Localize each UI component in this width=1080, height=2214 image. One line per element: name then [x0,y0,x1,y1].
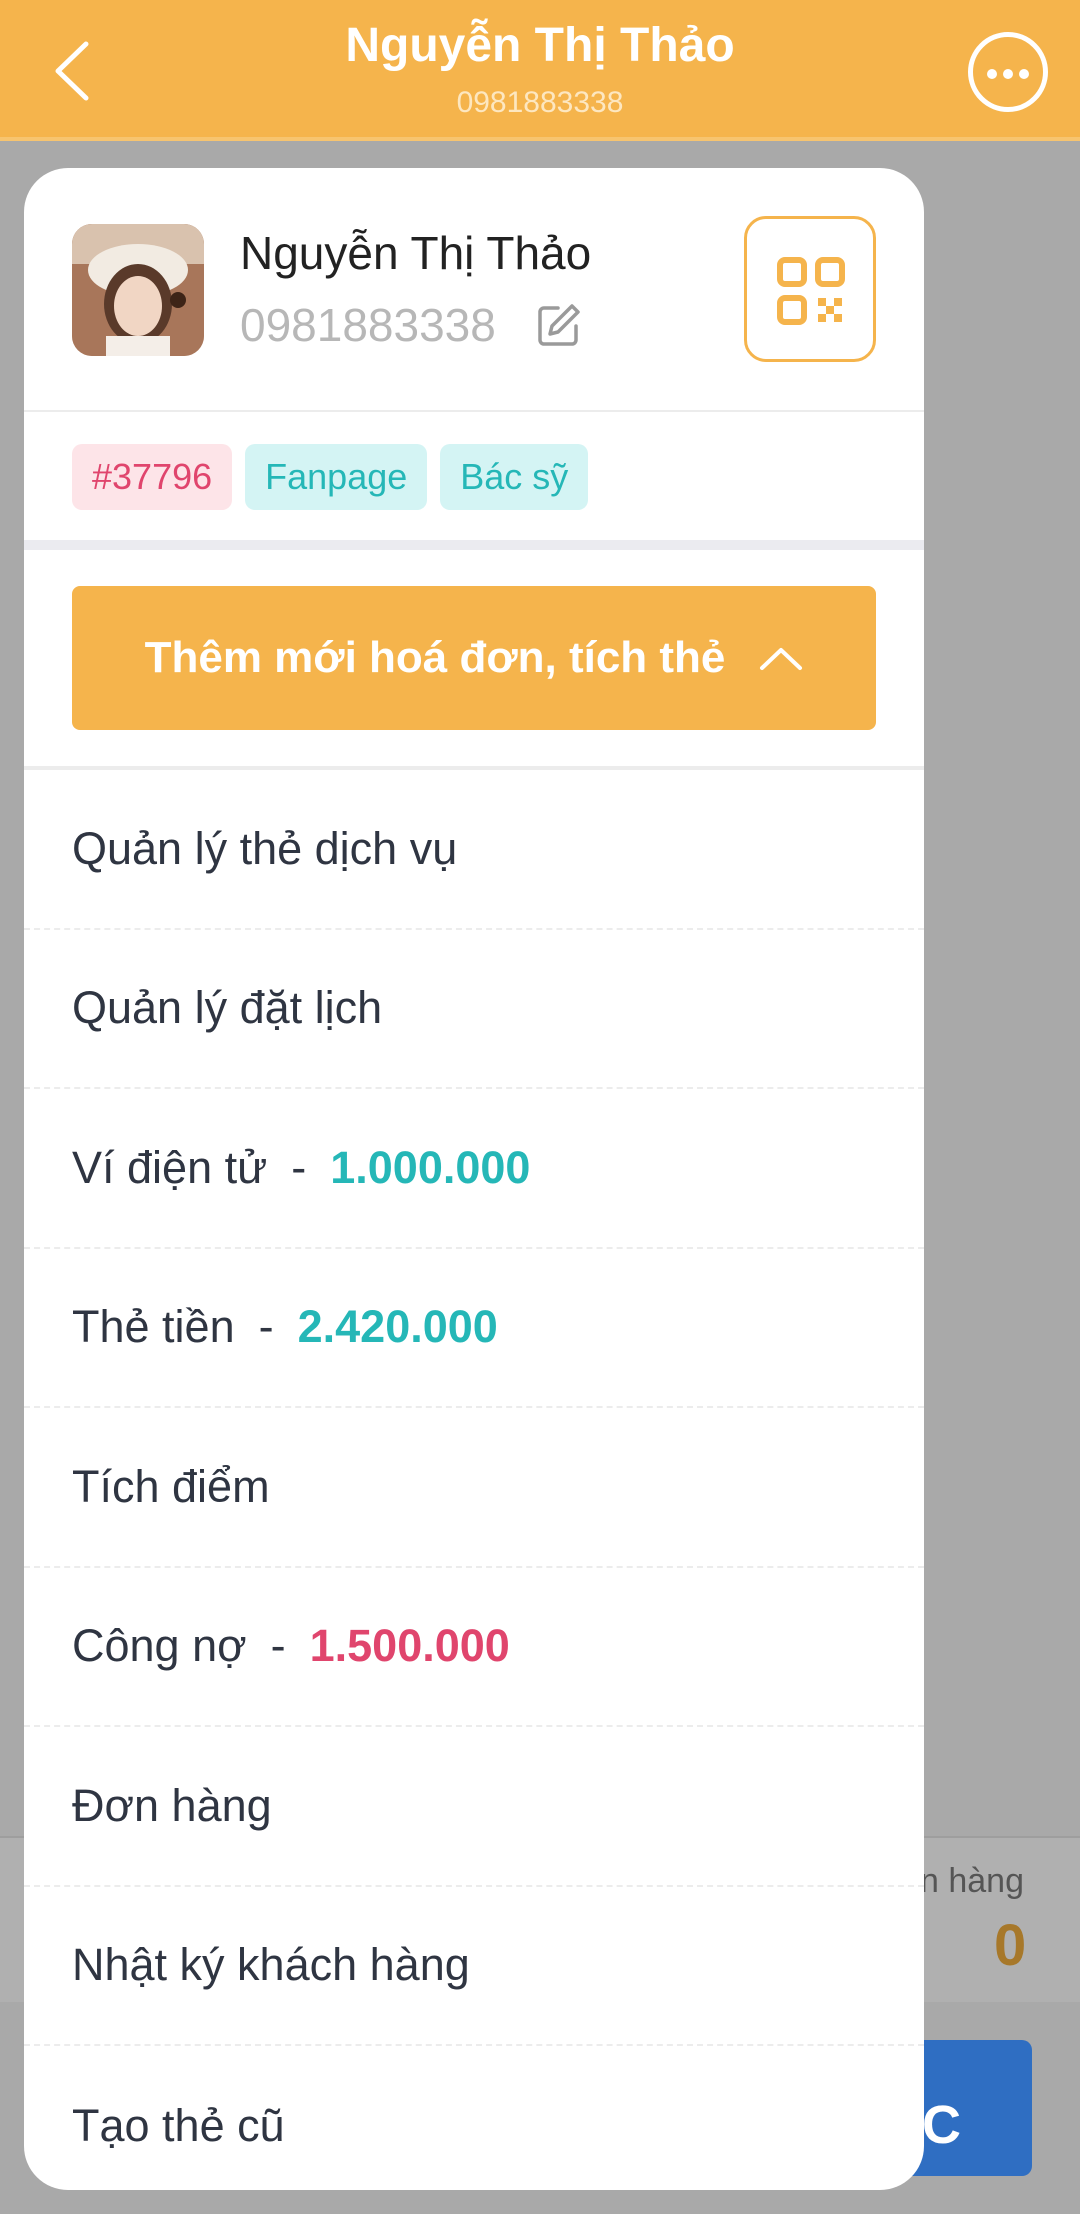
customer-id-tag: #37796 [72,444,233,510]
menu-item-separator: - [270,1620,286,1672]
menu-item-label: Thẻ tiền [72,1301,235,1353]
customer-card: Nguyễn Thị Thảo 0981883338 #37796 Fanpag… [24,168,924,2190]
money-card-balance: 2.420.000 [297,1301,498,1353]
header-title: Nguyễn Thị Thảo [345,19,735,72]
e-wallet-balance: 1.000.000 [330,1141,531,1193]
avatar[interactable] [72,224,204,356]
edit-icon[interactable] [536,302,582,348]
menu-item-label: Nhật ký khách hàng [72,1939,470,1991]
customer-phone: 0981883338 [240,299,496,351]
menu-item-customer-log[interactable]: Nhật ký khách hàng [24,1887,924,2046]
menu-item-separator: - [258,1301,274,1353]
menu-item-points[interactable]: Tích điểm [24,1408,924,1568]
menu-item-label: Quản lý đặt lịch [72,982,383,1034]
menu-item-debt[interactable]: Công nợ - 1.500.000 [24,1568,924,1727]
source-tag: Fanpage [245,444,428,510]
customer-menu: Quản lý thẻ dịch vụ Quản lý đặt lịch Ví … [24,770,924,2190]
chevron-up-icon [760,648,803,670]
qr-code-button[interactable] [744,216,876,362]
menu-item-label: Công nợ [72,1620,247,1672]
background-count: 0 [994,1913,1027,1978]
add-invoice-label: Thêm mới hoá đơn, tích thẻ [144,633,726,682]
group-tag: Bác sỹ [440,444,589,510]
menu-item-label: Tích điểm [72,1460,270,1512]
menu-item-money-card[interactable]: Thẻ tiền - 2.420.000 [24,1249,924,1408]
menu-item-service-cards[interactable]: Quản lý thẻ dịch vụ [24,770,924,930]
menu-item-bookings[interactable]: Quản lý đặt lịch [24,930,924,1089]
menu-item-separator: - [291,1141,307,1193]
header-subtitle: 0981883338 [456,86,624,119]
tag-list: #37796 Fanpage Bác sỹ [72,444,589,510]
customer-name: Nguyễn Thị Thảo [240,227,592,279]
menu-item-label: Đơn hàng [72,1779,272,1831]
section-divider [24,540,924,550]
menu-item-e-wallet[interactable]: Ví điện tử - 1.000.000 [24,1089,924,1249]
profile-section: Nguyễn Thị Thảo 0981883338 [24,168,924,412]
debt-amount: 1.500.000 [309,1620,510,1672]
avatar-image [72,224,204,356]
menu-item-label: Quản lý thẻ dịch vụ [72,822,458,874]
menu-item-orders[interactable]: Đơn hàng [24,1727,924,1887]
menu-item-label: Tạo thẻ cũ [72,2099,285,2151]
app-header: Nguyễn Thị Thảo 0981883338 [0,0,1080,141]
more-options-icon[interactable] [968,32,1048,112]
add-invoice-button[interactable]: Thêm mới hoá đơn, tích thẻ [72,586,876,730]
menu-item-create-old-card[interactable]: Tạo thẻ cũ [24,2046,924,2190]
background-label: n hàng [920,1862,1024,1900]
menu-item-label: Ví điện tử [72,1141,268,1193]
qr-code-icon [777,257,845,325]
